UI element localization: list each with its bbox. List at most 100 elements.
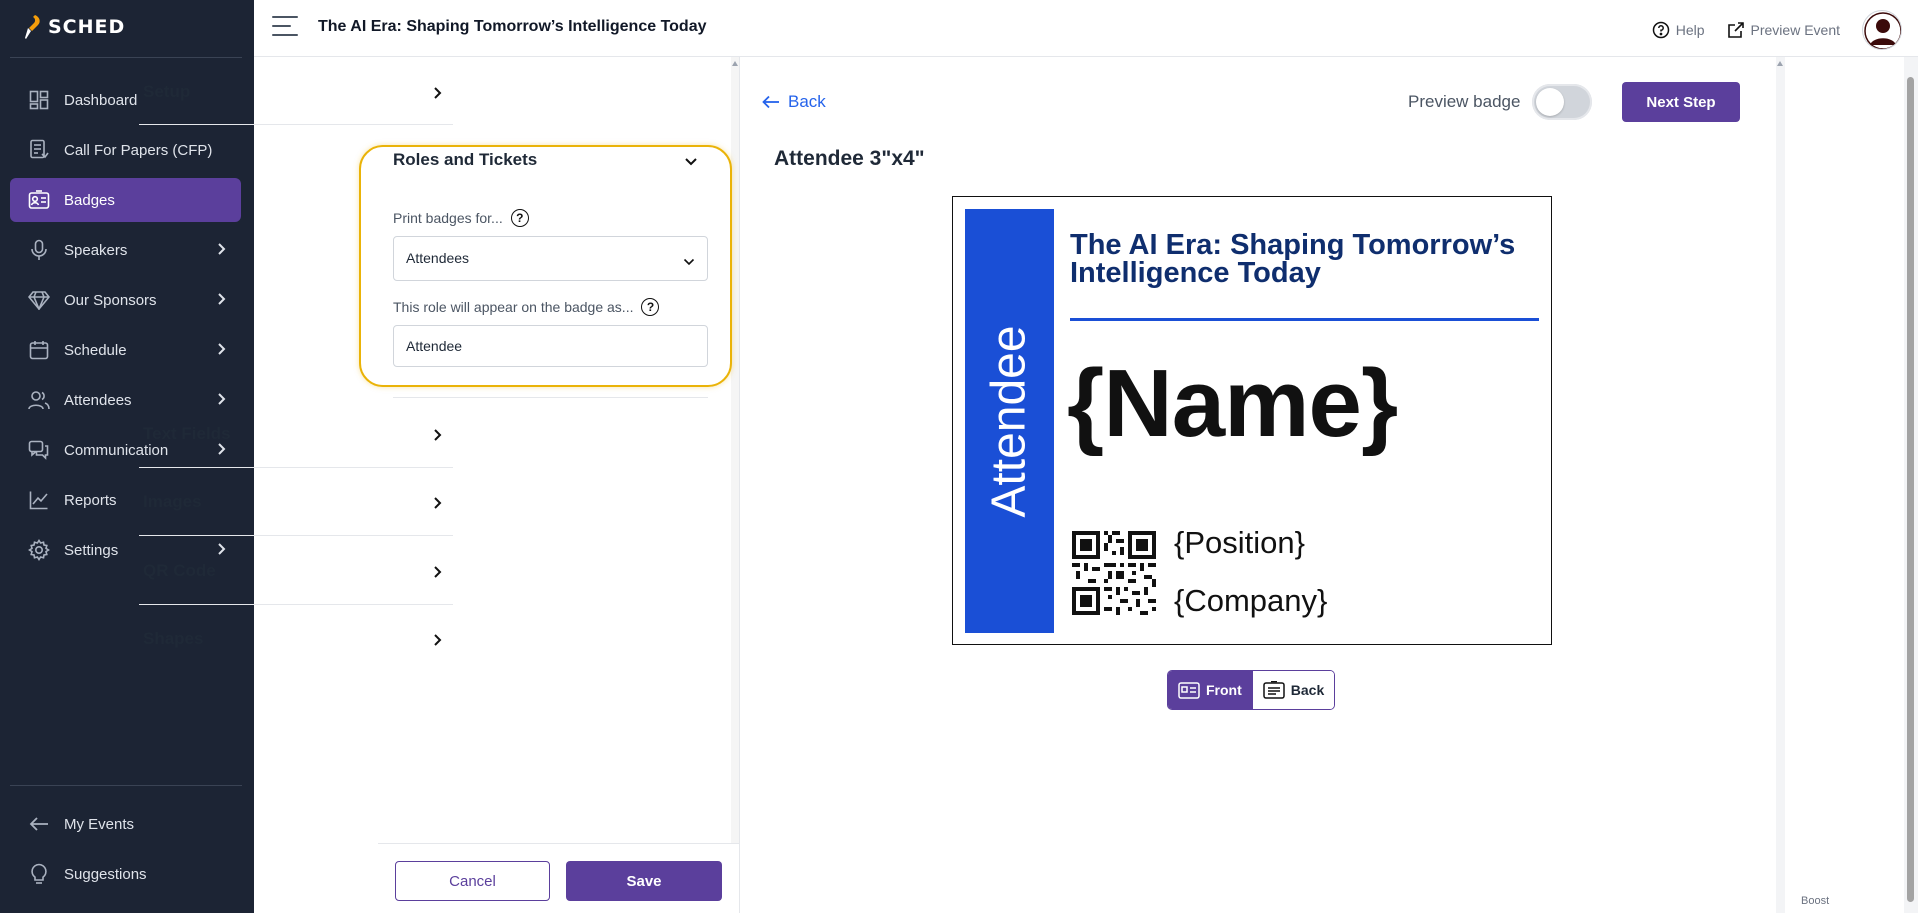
next-step-button[interactable]: Next Step [1622,82,1740,122]
print-badges-for-select[interactable]: Attendees [393,236,708,281]
sidebar-item-label: Attendees [64,391,132,409]
avatar-silhouette-icon [1864,12,1901,49]
sidebar-item-sponsors[interactable]: Our Sponsors [10,278,241,322]
section-text-fields[interactable]: Text Fields [139,398,453,468]
badge-company-placeholder: {Company} [1174,583,1328,618]
event-title: The AI Era: Shaping Tomorrow’s Intellige… [318,18,707,35]
role-display-input[interactable]: Attendee [393,325,708,367]
help-circle-icon[interactable]: ? [510,209,529,227]
cancel-button[interactable]: Cancel [395,861,550,901]
sched-logo-icon [25,15,40,39]
help-link[interactable]: Help [1652,21,1705,39]
section-title: QR Code [143,561,216,580]
preview-event-link[interactable]: Preview Event [1727,21,1840,39]
sidebar-item-speakers[interactable]: Speakers [10,228,241,272]
preview-scrollbar[interactable] [1776,57,1785,913]
role-display-label: This role will appear on the badge as...… [393,298,660,316]
sidebar-item-label: Our Sponsors [64,291,157,309]
sidebar-item-suggestions[interactable]: Suggestions [10,852,241,896]
chevron-right-icon [433,496,443,515]
preview-badge-toggle[interactable] [1532,84,1593,120]
back-side-button[interactable]: Back [1251,671,1335,709]
field-label-text: Print badges for... [393,210,503,226]
chevron-down-icon [684,154,698,172]
scrollbar-thumb[interactable] [1907,77,1914,902]
preview-badge-control: Preview badge [1408,84,1593,120]
badge-event-title: The AI Era: Shaping Tomorrow’s Intellige… [1070,229,1516,289]
help-circle-icon [1652,21,1669,39]
badge-back-icon [1263,681,1285,699]
boost-label: Boost [1801,895,1830,907]
brand-name: SCHED [48,16,126,38]
section-title: Setup [143,82,191,101]
badge-side-switch: Front Back [1167,670,1336,710]
app-root: SCHED Dashboard Call For Papers (CFP) Ba… [0,0,1918,913]
hamburger-menu-icon[interactable] [272,16,298,38]
sidebar-item-label: Dashboard [64,91,138,109]
section-roles-tickets-header[interactable]: Roles and Tickets [393,148,708,178]
chevron-right-icon [433,86,443,105]
save-button[interactable]: Save [566,861,722,901]
diamond-icon [28,289,50,311]
microphone-icon [28,239,50,261]
section-qr-code[interactable]: QR Code [139,536,453,605]
arrow-left-icon [28,813,50,835]
badge-canvas[interactable]: Attendee The AI Era: Shaping Tomorrow’s … [952,196,1552,645]
panel-scrollbar[interactable] [731,57,739,913]
section-title: Images [143,492,202,511]
external-link-icon [1727,22,1744,38]
chevron-right-icon [433,565,443,584]
arrow-left-icon [762,95,779,109]
chevron-right-icon [217,242,227,261]
document-icon [28,139,50,161]
badge-role-label: Attendee [983,324,1037,518]
page-scrollbar[interactable] [1904,57,1918,913]
preview-badge-label: Preview badge [1408,92,1521,111]
sidebar-item-label: Schedule [64,341,127,359]
sidebar-item-badges[interactable]: Badges [10,178,241,222]
topbar-actions: Help Preview Event [1652,10,1902,50]
sidebar-bottom-nav: My Events Suggestions [10,802,241,902]
qr-code-icon [1072,531,1156,615]
toggle-knob [1536,88,1565,116]
user-avatar[interactable] [1862,10,1902,50]
sidebar-item-cfp[interactable]: Call For Papers (CFP) [10,128,241,172]
help-circle-icon[interactable]: ? [641,298,660,316]
lightbulb-icon [28,863,50,885]
brand-logo[interactable]: SCHED [24,12,125,42]
section-title: Roles and Tickets [393,150,538,169]
sidebar-item-label: Reports [64,491,117,509]
front-label: Front [1206,682,1242,698]
front-side-button[interactable]: Front [1168,671,1252,709]
badge-size-heading: Attendee 3"x4" [774,147,925,170]
chevron-right-icon [217,342,227,361]
topbar: The AI Era: Shaping Tomorrow’s Intellige… [254,0,1918,57]
chevron-right-icon [433,428,443,447]
section-shapes[interactable]: Shapes [139,605,453,673]
gear-icon [28,539,50,561]
sidebar-item-label: Suggestions [64,865,147,883]
sidebar-item-label: My Events [64,815,135,833]
chat-icon [28,439,50,461]
chart-icon [28,489,50,511]
badge-name-placeholder: {Name} [1067,350,1398,457]
calendar-icon [28,339,50,361]
section-images[interactable]: Images [139,468,453,536]
back-label: Back [788,92,826,111]
back-link[interactable]: Back [762,92,826,112]
badge-role-text: Attendee [965,209,1054,633]
dashboard-icon [28,89,50,111]
sidebar-item-label: Speakers [64,241,128,259]
users-icon [28,389,50,411]
sidebar-divider [10,785,242,786]
field-label-text: This role will appear on the badge as... [393,299,634,315]
back-side-label: Back [1290,682,1325,698]
sidebar-item-schedule[interactable]: Schedule [10,328,241,372]
section-setup[interactable]: Setup [139,57,453,125]
badge-title-rule [1070,318,1539,321]
chevron-down-icon [683,253,695,269]
sidebar-item-my-events[interactable]: My Events [10,802,241,846]
badge-position-placeholder: {Position} [1174,525,1305,560]
select-value: Attendees [406,250,470,266]
print-badges-for-label: Print badges for... ? [393,209,529,227]
